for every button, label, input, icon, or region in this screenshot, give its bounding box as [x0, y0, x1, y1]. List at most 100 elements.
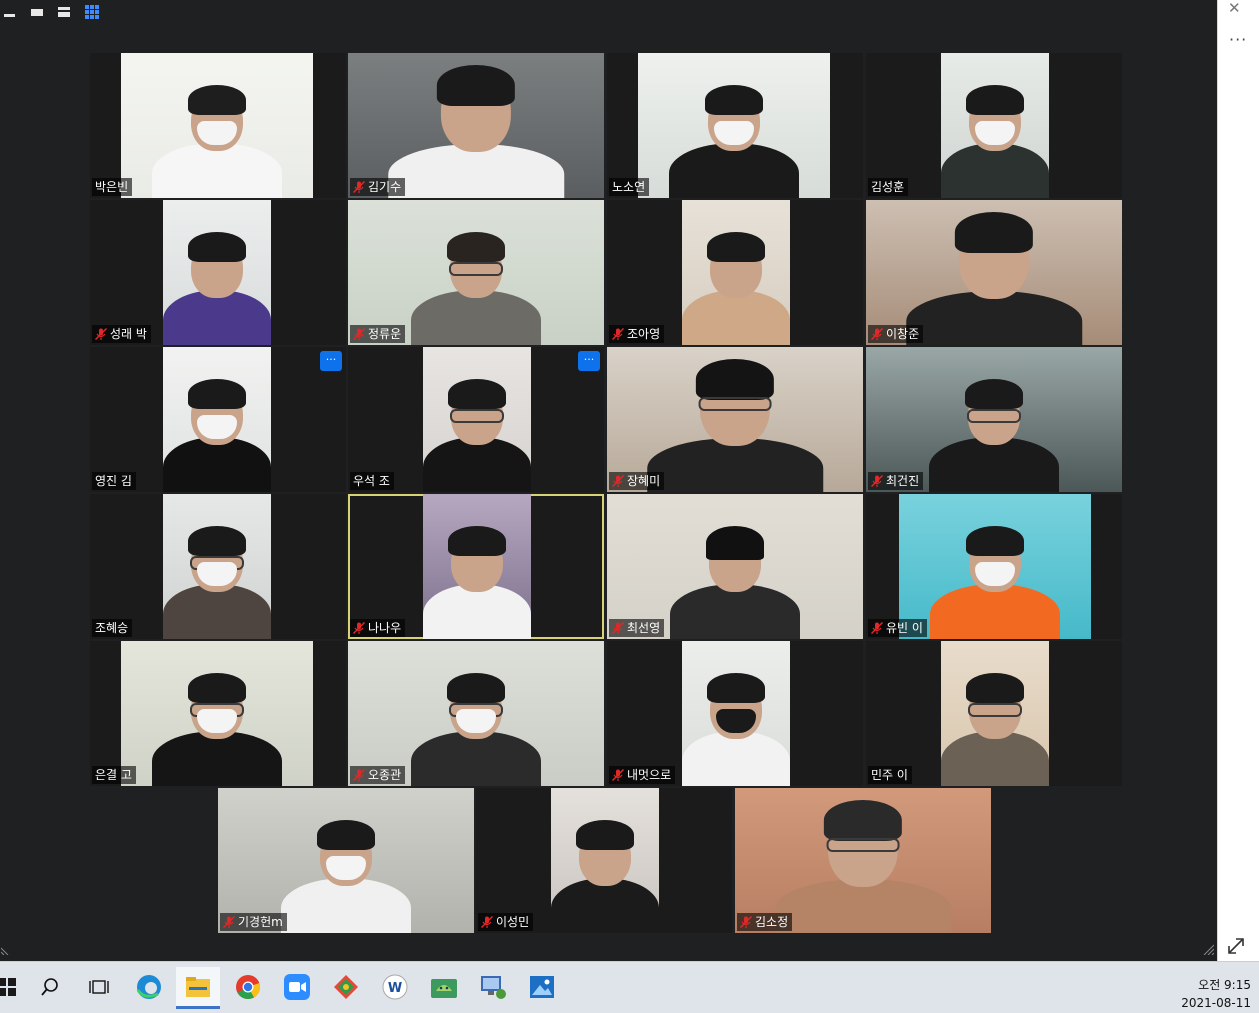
participant-body	[941, 731, 1049, 786]
participant-name-tag: 성래 박	[92, 325, 151, 343]
minimize-icon[interactable]	[3, 5, 17, 19]
participant-name: 김성훈	[871, 180, 905, 194]
mic-muted-icon	[612, 769, 624, 781]
android-studio-icon[interactable]	[429, 972, 459, 1002]
participant-tile[interactable]: 나나우	[348, 494, 604, 639]
glasses	[450, 409, 504, 423]
participant-body	[281, 878, 411, 933]
expand-icon[interactable]	[1226, 936, 1246, 960]
participant-video	[423, 494, 531, 639]
strip-view-icon[interactable]	[57, 5, 71, 19]
participant-hair	[576, 820, 634, 850]
participant-name-tag: 조아영	[609, 325, 665, 343]
participant-tile[interactable]: 유빈 이	[866, 494, 1122, 639]
participant-tile[interactable]: 조혜승	[90, 494, 346, 639]
network-tool-icon[interactable]	[478, 972, 508, 1002]
zoom-icon[interactable]	[282, 972, 312, 1002]
participant-name: 박은빈	[95, 180, 129, 194]
participant-tile[interactable]: 기경헌m	[218, 788, 474, 933]
mic-muted-icon	[481, 916, 493, 928]
edge-icon[interactable]	[134, 972, 164, 1002]
participant-hair	[966, 85, 1024, 115]
participant-tile[interactable]: 정류운	[348, 200, 604, 345]
participant-name: 민주 이	[871, 768, 908, 782]
participant-tile[interactable]: 최선영	[607, 494, 863, 639]
participant-video	[682, 200, 790, 345]
mic-muted-icon	[612, 475, 624, 487]
participant-hair	[707, 673, 765, 703]
participant-body	[152, 143, 282, 198]
file-explorer-icon[interactable]	[176, 967, 220, 1009]
participant-body	[775, 879, 951, 933]
participant-more-button[interactable]: ···	[578, 351, 600, 371]
participant-tile[interactable]: 김소정	[735, 788, 991, 933]
mic-muted-icon	[740, 916, 752, 928]
participant-body	[152, 731, 282, 786]
participant-tile[interactable]: 최건진	[866, 347, 1122, 492]
participant-more-button[interactable]: ···	[320, 351, 342, 371]
gallery-grid-icon[interactable]	[85, 5, 99, 19]
search-icon[interactable]	[35, 972, 65, 1002]
participant-hair	[695, 359, 775, 400]
participant-tile[interactable]: 은결 고	[90, 641, 346, 786]
participant-tile[interactable]: 이성민	[476, 788, 732, 933]
speaker-view-icon[interactable]	[30, 5, 44, 19]
participant-tile[interactable]: 조아영	[607, 200, 863, 345]
participant-name: 기경헌m	[238, 915, 283, 929]
participant-tile[interactable]: 노소연	[607, 53, 863, 198]
participant-name: 성래 박	[110, 327, 147, 341]
participant-body	[163, 290, 271, 345]
participant-hair	[705, 85, 763, 115]
word-icon[interactable]: W	[380, 972, 410, 1002]
participant-video	[163, 347, 271, 492]
participant-hair	[447, 673, 505, 703]
participant-hair	[706, 526, 764, 560]
participant-name: 영진 김	[95, 474, 132, 488]
chrome-icon[interactable]	[233, 972, 263, 1002]
more-options-icon[interactable]: ···	[1229, 30, 1247, 49]
participant-tile[interactable]: 우석 조 ···	[348, 347, 604, 492]
participant-tile[interactable]: 이창준	[866, 200, 1122, 345]
mic-muted-icon	[353, 622, 365, 634]
mic-muted-icon	[353, 181, 365, 193]
participant-name-tag: 오종관	[350, 766, 406, 784]
participant-name-tag: 나나우	[350, 619, 406, 637]
participant-tile[interactable]: 박은빈	[90, 53, 346, 198]
participant-tile[interactable]: 김성훈	[866, 53, 1122, 198]
participant-tile[interactable]: 민주 이	[866, 641, 1122, 786]
participant-name: 김소정	[755, 915, 789, 929]
clock-date: 2021-08-11	[1181, 996, 1251, 1010]
participant-name-tag: 장혜미	[609, 472, 665, 490]
participant-tile[interactable]: 성래 박	[90, 200, 346, 345]
participant-body	[423, 437, 531, 492]
participant-hair	[436, 65, 516, 106]
photos-icon[interactable]	[527, 972, 557, 1002]
participant-hair	[188, 379, 246, 409]
mic-muted-icon	[223, 916, 235, 928]
windows-start-icon[interactable]	[0, 972, 22, 1002]
participant-name-tag: 최건진	[868, 472, 924, 490]
participant-name-tag: 은결 고	[92, 766, 136, 784]
participant-body	[930, 584, 1060, 639]
resize-grip-left-icon[interactable]	[0, 940, 11, 959]
system-clock[interactable]: 오전 9:15 2021-08-11	[1181, 976, 1251, 1012]
git-icon[interactable]	[331, 972, 361, 1002]
resize-grip-right-icon[interactable]	[1202, 940, 1215, 959]
taskbar: W 오전 9:15 2021-08-11	[0, 961, 1259, 1013]
participant-name: 이창준	[886, 327, 920, 341]
mic-muted-icon	[871, 475, 883, 487]
participant-video	[163, 200, 271, 345]
close-icon[interactable]: ✕	[1228, 0, 1241, 17]
participant-tile[interactable]: 장혜미	[607, 347, 863, 492]
task-view-icon[interactable]	[84, 972, 114, 1002]
participant-name: 이성민	[496, 915, 530, 929]
participant-tile[interactable]: 내멋으로	[607, 641, 863, 786]
participant-name: 장혜미	[627, 474, 661, 488]
mic-muted-icon	[612, 328, 624, 340]
participant-tile[interactable]: 오종관	[348, 641, 604, 786]
participant-tile[interactable]: 김기수	[348, 53, 604, 198]
participant-tile[interactable]: 영진 김 ···	[90, 347, 346, 492]
side-panel: ✕ ···	[1217, 0, 1259, 961]
participant-video	[348, 641, 604, 786]
participant-video	[218, 788, 474, 933]
